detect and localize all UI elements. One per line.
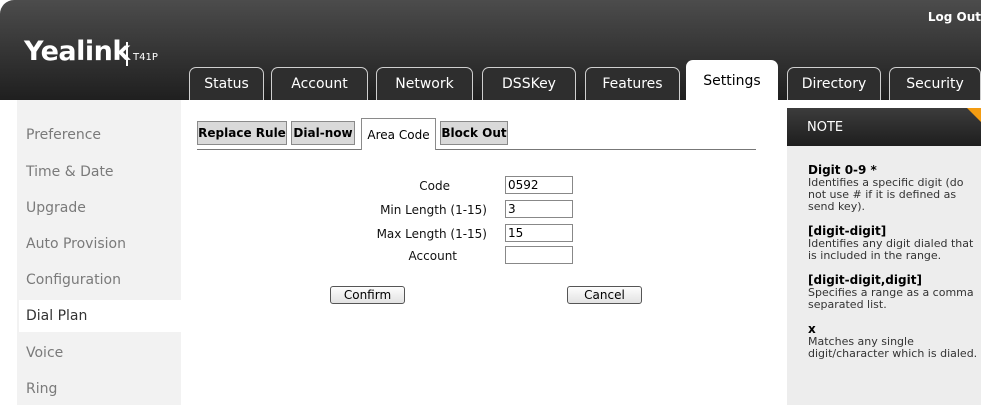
sidebar-item-ring[interactable]: Ring	[26, 381, 57, 397]
note-body: Digit 0-9 * Identifies a specific digit …	[808, 164, 980, 372]
account-label: Account	[408, 249, 457, 263]
cancel-button[interactable]: Cancel	[567, 286, 642, 304]
subtab-replace-rule[interactable]: Replace Rule	[197, 121, 287, 145]
tab-account[interactable]: Account	[271, 67, 368, 100]
note-corner-accent	[967, 108, 981, 122]
note-panel: NOTE Digit 0-9 * Identifies a specific d…	[787, 108, 981, 405]
tab-security[interactable]: Security	[889, 67, 981, 100]
sidebar-item-preference[interactable]: Preference	[26, 127, 101, 143]
sidebar-item-time-date[interactable]: Time & Date	[26, 164, 114, 180]
tab-dsskey[interactable]: DSSKey	[482, 67, 576, 100]
yealink-logo: Yealink	[24, 36, 130, 67]
header-bar: Yealink T41P Log Out Status Account Netw…	[0, 0, 981, 100]
tab-directory[interactable]: Directory	[787, 67, 881, 100]
sidebar-item-configuration[interactable]: Configuration	[26, 272, 121, 288]
subtab-area-code[interactable]: Area Code	[361, 118, 436, 150]
sidebar-item-dial-plan[interactable]: Dial Plan	[19, 300, 181, 332]
tab-settings[interactable]: Settings	[686, 60, 778, 100]
max-length-input[interactable]	[505, 224, 573, 242]
note-desc: Specifies a range as a comma separated l…	[808, 286, 974, 311]
tab-features[interactable]: Features	[585, 67, 680, 100]
model-label: T41P	[133, 52, 158, 63]
max-length-label: Max Length (1-15)	[376, 227, 487, 241]
dial-plan-subtabs: Replace Rule Dial-now Area Code Block Ou…	[197, 118, 756, 150]
confirm-button[interactable]: Confirm	[330, 286, 405, 304]
sidebar-item-upgrade[interactable]: Upgrade	[26, 200, 86, 216]
sidebar-item-auto-provision[interactable]: Auto Provision	[26, 236, 126, 252]
note-desc: Identifies any digit dialed that is incl…	[808, 237, 974, 262]
min-length-label: Min Length (1-15)	[380, 203, 487, 217]
subtab-dial-now[interactable]: Dial-now	[291, 121, 355, 145]
tab-network[interactable]: Network	[376, 67, 473, 100]
logout-link[interactable]: Log Out	[928, 10, 981, 24]
subtab-block-out[interactable]: Block Out	[440, 121, 508, 145]
note-title: NOTE	[787, 108, 981, 146]
logo-divider	[126, 42, 128, 66]
sidebar-item-voice[interactable]: Voice	[26, 345, 63, 361]
note-desc: Identifies a specific digit (do not use …	[808, 176, 964, 213]
account-input[interactable]	[505, 246, 573, 264]
tab-status[interactable]: Status	[189, 67, 264, 100]
min-length-input[interactable]	[505, 200, 573, 218]
code-label: Code	[419, 179, 450, 193]
code-input[interactable]	[505, 176, 573, 194]
note-desc: Matches any single digit/character which…	[808, 335, 978, 360]
